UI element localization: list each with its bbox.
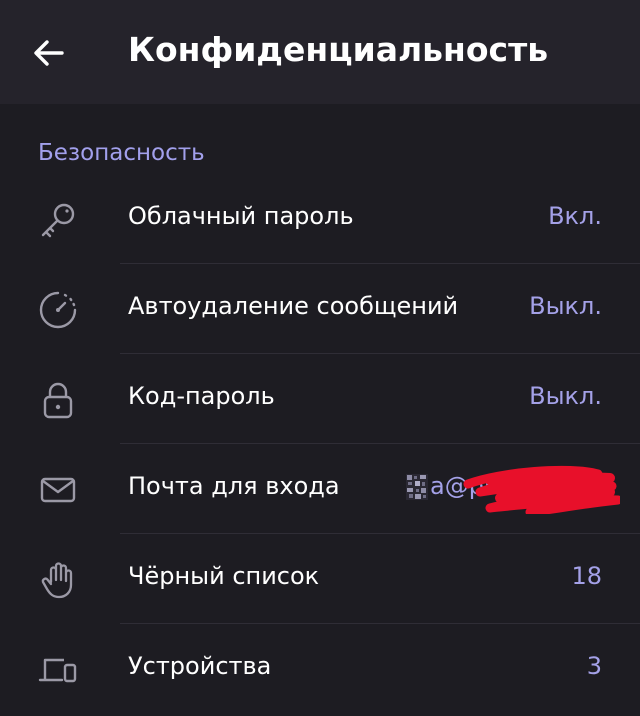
row-label: Устройства bbox=[128, 652, 272, 680]
cloud-password-row[interactable]: Облачный пароль Вкл. bbox=[0, 174, 640, 264]
auto-delete-row[interactable]: Автоудаление сообщений Выкл. bbox=[0, 264, 640, 354]
row-label: Облачный пароль bbox=[128, 202, 354, 230]
mail-icon bbox=[36, 468, 80, 512]
row-value: Выкл. bbox=[529, 382, 602, 410]
hand-icon bbox=[36, 558, 80, 602]
passcode-row[interactable]: Код-пароль Выкл. bbox=[0, 354, 640, 444]
devices-icon bbox=[36, 648, 80, 692]
row-value: 18 bbox=[571, 562, 602, 590]
section-title-security: Безопасность bbox=[38, 140, 205, 166]
devices-row[interactable]: Устройства 3 bbox=[0, 624, 640, 714]
row-value: Выкл. bbox=[529, 292, 602, 320]
row-label: Код-пароль bbox=[128, 382, 275, 410]
back-button[interactable] bbox=[26, 30, 72, 76]
row-label: Почта для входа bbox=[128, 472, 340, 500]
login-email-row[interactable]: Почта для входа a@pro bbox=[0, 444, 640, 534]
row-value: Вкл. bbox=[548, 202, 602, 230]
settings-content: Безопасность Облачный пароль Вкл. Автоуд… bbox=[0, 104, 640, 716]
timer-icon bbox=[36, 288, 80, 332]
arrow-left-icon bbox=[34, 40, 64, 66]
pixelated-glyph bbox=[406, 474, 428, 500]
blocked-users-row[interactable]: Чёрный список 18 bbox=[0, 534, 640, 624]
row-label: Автоудаление сообщений bbox=[128, 292, 459, 320]
email-value: a@pro bbox=[406, 464, 620, 514]
page-title: Конфиденциальность bbox=[128, 30, 549, 69]
row-label: Чёрный список bbox=[128, 562, 320, 590]
app-header: Конфиденциальность bbox=[0, 0, 640, 104]
row-value: 3 bbox=[586, 652, 602, 680]
redaction-scribble bbox=[463, 465, 620, 514]
lock-icon bbox=[36, 378, 80, 422]
key-icon bbox=[36, 198, 80, 242]
